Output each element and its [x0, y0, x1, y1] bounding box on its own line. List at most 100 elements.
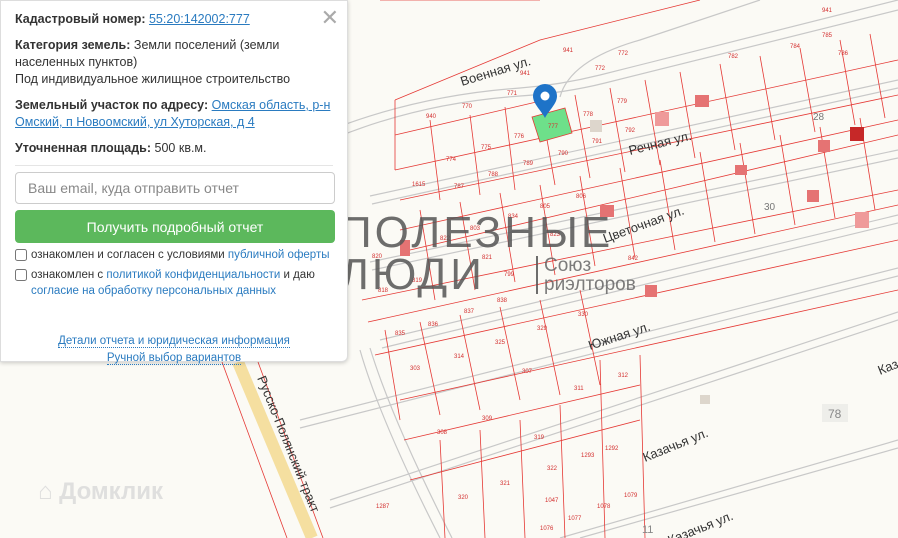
svg-text:Казачья ул.: Казачья ул. — [641, 425, 711, 465]
svg-text:775: 775 — [481, 145, 492, 151]
svg-text:308: 308 — [437, 430, 448, 436]
svg-text:836: 836 — [428, 322, 439, 328]
privacy-checkbox[interactable] — [15, 269, 27, 281]
consent2-text: ознакомлен с — [31, 269, 107, 281]
address-label: Земельный участок по адресу: — [15, 98, 209, 112]
svg-text:1079: 1079 — [624, 493, 638, 499]
area-label: Уточненная площадь: — [15, 141, 152, 155]
svg-text:787: 787 — [454, 184, 465, 190]
svg-text:1287: 1287 — [376, 504, 390, 510]
manual-selection-link[interactable]: Ручной выбор вариантов — [106, 352, 242, 365]
svg-text:820: 820 — [372, 254, 383, 260]
svg-text:1047: 1047 — [545, 498, 559, 504]
public-offer-link[interactable]: публичной оферты — [228, 249, 330, 261]
svg-text:772: 772 — [618, 51, 629, 57]
svg-text:30: 30 — [764, 202, 776, 213]
domklik-watermark: ⌂ Домклик — [38, 478, 163, 505]
svg-text:782: 782 — [728, 54, 739, 60]
svg-text:325: 325 — [495, 340, 506, 346]
cadastral-label: Кадастровый номер: — [15, 12, 146, 26]
svg-text:776: 776 — [514, 134, 525, 140]
svg-text:1078: 1078 — [597, 504, 611, 510]
svg-text:330: 330 — [578, 312, 589, 318]
consent1-text: ознакомлен и согласен с условиями — [31, 249, 228, 261]
privacy-consent[interactable]: ознакомлен с политикой конфиденциальност… — [15, 267, 333, 299]
svg-text:835: 835 — [395, 331, 406, 337]
get-report-button[interactable]: Получить подробный отчет — [15, 210, 335, 243]
svg-text:1076: 1076 — [540, 526, 554, 532]
svg-text:320: 320 — [458, 495, 469, 501]
svg-text:Каз: Каз — [876, 356, 898, 378]
svg-text:28: 28 — [813, 112, 825, 123]
svg-text:322: 322 — [547, 466, 558, 472]
svg-text:774: 774 — [446, 157, 457, 163]
svg-text:805: 805 — [540, 204, 551, 210]
svg-text:806: 806 — [576, 194, 587, 200]
svg-text:Южная ул.: Южная ул. — [586, 319, 652, 353]
svg-text:778: 778 — [583, 112, 594, 118]
svg-text:941: 941 — [822, 8, 833, 14]
svg-text:785: 785 — [822, 33, 833, 39]
svg-text:772: 772 — [595, 66, 606, 72]
svg-text:1292: 1292 — [605, 446, 619, 452]
popup-links: Детали отчета и юридическая информация Р… — [15, 333, 333, 367]
svg-text:Казачья ул.: Казачья ул. — [666, 508, 736, 538]
svg-text:777: 777 — [548, 124, 559, 130]
offer-checkbox[interactable] — [15, 249, 27, 261]
svg-text:791: 791 — [592, 139, 603, 145]
close-icon[interactable]: ✕ — [321, 7, 339, 29]
svg-text:312: 312 — [618, 373, 629, 379]
parcel-labels: 941 941 772 772 771 770 940 776 777 778 … — [372, 8, 849, 536]
svg-text:1293: 1293 — [581, 453, 595, 459]
cadastral-number-link[interactable]: 55:20:142002:777 — [149, 12, 250, 26]
personal-data-link[interactable]: согласие на обработку персональных данны… — [31, 285, 276, 297]
svg-text:311: 311 — [574, 386, 584, 392]
svg-text:818: 818 — [378, 288, 389, 294]
svg-text:819: 819 — [412, 278, 423, 284]
category-label: Категория земель: — [15, 38, 131, 52]
svg-text:823: 823 — [550, 232, 561, 238]
svg-text:771: 771 — [507, 91, 518, 97]
svg-text:319: 319 — [534, 435, 545, 441]
svg-text:838: 838 — [497, 298, 508, 304]
report-details-link[interactable]: Детали отчета и юридическая информация — [58, 335, 290, 348]
svg-text:770: 770 — [462, 104, 473, 110]
svg-text:303: 303 — [410, 366, 421, 372]
parcel-info-popup: ✕ Кадастровый номер: 55:20:142002:777 Ка… — [0, 0, 348, 365]
svg-text:940: 940 — [426, 114, 437, 120]
street-labels: Военная ул. Речная ул. Цветочная ул. Южн… — [254, 53, 898, 538]
svg-text:1077: 1077 — [568, 516, 582, 522]
svg-text:788: 788 — [488, 172, 499, 178]
svg-text:821: 821 — [482, 255, 493, 261]
usage-value: Под индивидуальное жилищное строительств… — [15, 72, 291, 86]
svg-text:822: 822 — [440, 236, 451, 242]
svg-text:321: 321 — [500, 481, 511, 487]
svg-text:314: 314 — [454, 354, 465, 360]
area-value: 500 кв.м. — [154, 141, 207, 155]
svg-text:1615: 1615 — [412, 182, 426, 188]
svg-text:803: 803 — [470, 226, 481, 232]
svg-text:784: 784 — [790, 44, 801, 50]
svg-text:842: 842 — [628, 256, 639, 262]
svg-text:789: 789 — [523, 161, 534, 167]
email-input[interactable] — [15, 172, 335, 204]
svg-text:329: 329 — [537, 326, 548, 332]
privacy-policy-link[interactable]: политикой конфиденциальности — [106, 269, 280, 281]
svg-text:779: 779 — [617, 99, 628, 105]
svg-text:790: 790 — [558, 151, 569, 157]
svg-text:941: 941 — [563, 48, 574, 54]
svg-text:837: 837 — [464, 309, 475, 315]
cadastral-row: Кадастровый номер: 55:20:142002:777 — [15, 11, 333, 28]
svg-text:792: 792 — [625, 128, 636, 134]
svg-text:11: 11 — [642, 524, 653, 536]
svg-text:309: 309 — [482, 416, 493, 422]
svg-text:834: 834 — [508, 214, 519, 220]
svg-text:786: 786 — [838, 51, 849, 57]
roads — [299, 0, 898, 538]
offer-consent[interactable]: ознакомлен и согласен с условиями публич… — [15, 247, 333, 263]
domklik-text: Домклик — [59, 478, 163, 505]
consent2-mid: и даю — [280, 269, 315, 281]
parcel-boundaries — [361, 0, 898, 538]
svg-text:941: 941 — [520, 71, 531, 77]
svg-text:799: 799 — [504, 272, 515, 278]
